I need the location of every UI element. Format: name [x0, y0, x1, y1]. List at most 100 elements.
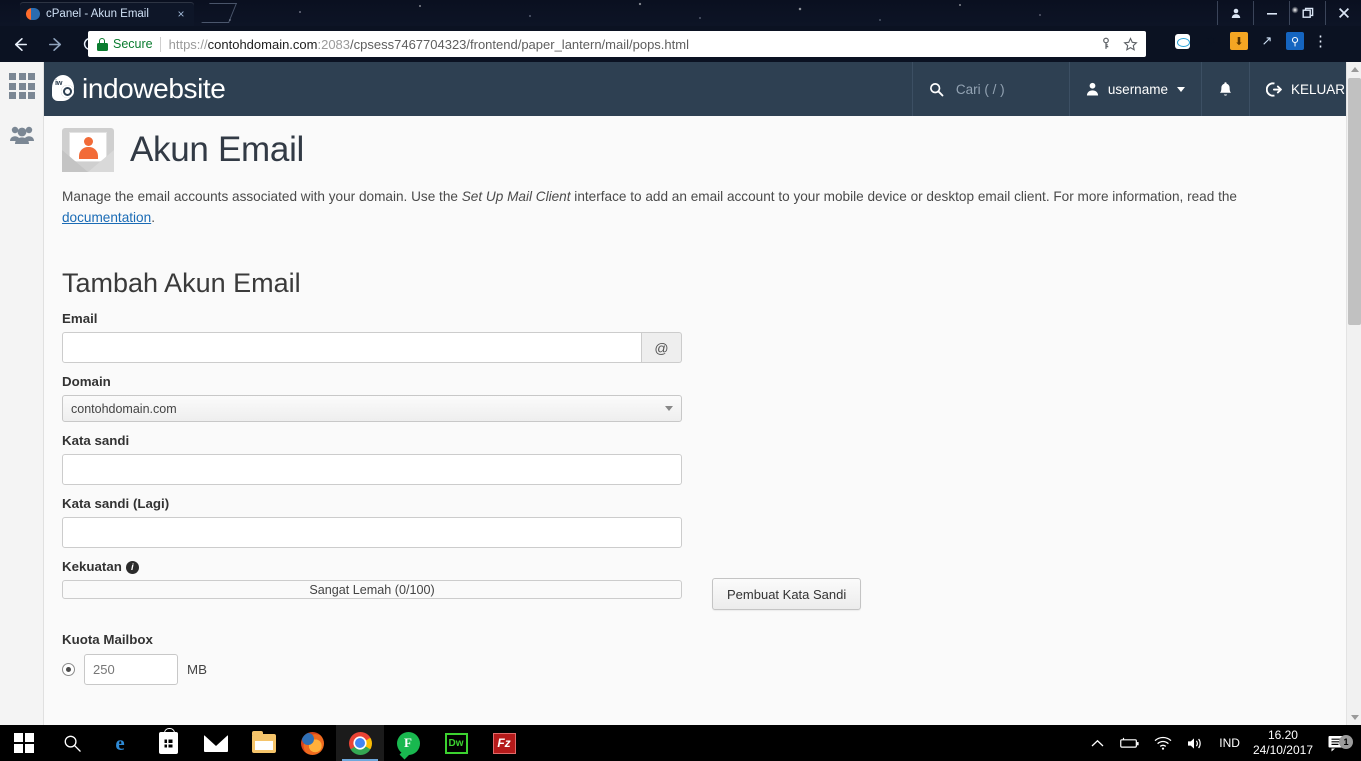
notifications-button[interactable] — [1200, 62, 1249, 116]
address-bar[interactable]: Secure https://contohdomain.com:2083/cps… — [88, 31, 1146, 57]
oval-extension-icon[interactable] — [1172, 31, 1192, 51]
dreamweaver-icon[interactable]: Dw — [432, 725, 480, 761]
page-scrollbar[interactable] — [1346, 62, 1361, 725]
bell-icon — [1219, 81, 1231, 96]
at-sign-addon[interactable]: @ — [642, 332, 682, 364]
wifi-icon[interactable] — [1147, 725, 1179, 761]
username-label: username — [1107, 81, 1168, 97]
domain-label: Domain — [62, 374, 111, 390]
browser-tab[interactable]: cPanel - Akun Email × — [20, 2, 194, 26]
brand-mark-text: iw — [55, 78, 63, 87]
strength-label: Kekuatan i — [62, 559, 1328, 575]
clock-date: 24/10/2017 — [1252, 743, 1313, 757]
email-account-envelope-icon — [62, 128, 114, 172]
system-tray: IND 16.20 24/10/2017 1 — [1084, 725, 1361, 761]
quota-input[interactable] — [84, 654, 178, 686]
page-viewport: iw indowebsite Cari ( / ) username KELUA… — [0, 62, 1361, 725]
new-tab-button[interactable] — [200, 3, 238, 23]
password-input[interactable] — [62, 454, 682, 486]
screen: cPanel - Akun Email × Secure https://con… — [0, 0, 1361, 761]
logout-button[interactable]: KELUAR — [1248, 62, 1361, 116]
scroll-down-arrow[interactable] — [1347, 710, 1361, 725]
user-icon — [1086, 82, 1098, 96]
search-taskbar-icon[interactable] — [48, 725, 96, 761]
documentation-link[interactable]: documentation — [62, 210, 151, 225]
bookmark-star-icon[interactable] — [1123, 36, 1138, 52]
section-title: Tambah Akun Email — [62, 268, 301, 299]
logout-label: KELUAR — [1290, 81, 1345, 97]
omnibox-divider — [159, 36, 161, 52]
store-icon[interactable] — [144, 725, 192, 761]
start-button[interactable] — [0, 725, 48, 761]
edge-icon[interactable]: e — [96, 725, 144, 761]
brand-name: indowebsite — [82, 73, 226, 104]
image-extension-icon[interactable]: ↗ — [1257, 31, 1277, 51]
clock[interactable]: 16.20 24/10/2017 — [1247, 728, 1323, 758]
brand-logo[interactable]: iw indowebsite — [44, 73, 226, 105]
user-menu[interactable]: username — [1068, 62, 1201, 116]
extension-icons: ✶ ⬇ ↗ ⚲ ⋮ — [1172, 31, 1328, 51]
clock-time: 16.20 — [1267, 728, 1298, 742]
email-input[interactable] — [62, 332, 642, 364]
profile-icon[interactable] — [1217, 1, 1253, 25]
minimize-icon[interactable] — [1253, 1, 1289, 25]
search-box[interactable]: Cari ( / ) — [911, 62, 1069, 116]
cpanel-header-actions: Cari ( / ) username KELUAR — [911, 62, 1361, 116]
search-icon — [929, 82, 944, 96]
action-center-icon[interactable]: 1 — [1323, 734, 1357, 752]
battery-icon[interactable] — [1111, 725, 1147, 761]
restore-icon[interactable] — [1289, 1, 1325, 25]
back-arrow-icon[interactable] — [5, 29, 35, 59]
quota-label: Kuota Mailbox — [62, 632, 153, 648]
filezilla-icon[interactable]: Fz — [480, 725, 528, 761]
firefox-icon[interactable] — [288, 725, 336, 761]
forward-arrow-icon[interactable] — [40, 29, 70, 59]
close-icon[interactable] — [1325, 1, 1361, 25]
email-field-group: Email @ — [62, 311, 1328, 364]
apps-grid-icon[interactable] — [0, 62, 44, 110]
page-content: Akun Email Manage the email accounts ass… — [44, 116, 1346, 725]
page-title: Akun Email — [130, 130, 305, 169]
tab-close-icon[interactable]: × — [174, 7, 188, 21]
cpanel-favicon — [26, 7, 40, 21]
language-indicator[interactable]: IND — [1212, 725, 1247, 761]
scroll-up-arrow[interactable] — [1347, 62, 1361, 77]
star-sparkle-icon[interactable]: ✶ — [1201, 31, 1221, 51]
chrome-icon[interactable] — [336, 725, 384, 761]
window-controls — [1217, 0, 1361, 26]
chevron-down-icon — [1176, 86, 1185, 92]
info-icon[interactable]: i — [125, 561, 139, 575]
scrollbar-thumb[interactable] — [1348, 78, 1361, 325]
strength-field-group: Kekuatan i Sangat Lemah (0/100) Pembuat K… — [62, 559, 1328, 611]
password-again-input[interactable] — [62, 517, 682, 549]
search-placeholder: Cari ( / ) — [955, 81, 1005, 97]
users-group-icon[interactable] — [0, 110, 44, 158]
search-extension-icon[interactable]: ⚲ — [1286, 32, 1304, 50]
email-label: Email — [62, 311, 98, 327]
password-again-field-group: Kata sandi (Lagi) — [62, 496, 1328, 549]
page-header: Akun Email — [62, 128, 1328, 172]
browser-toolbar: Secure https://contohdomain.com:2083/cps… — [0, 26, 1361, 62]
domain-select[interactable]: contohdomain.com — [62, 395, 682, 423]
cpanel-header: iw indowebsite Cari ( / ) username KELUA… — [44, 62, 1361, 116]
windows-taskbar: e F Dw Fz IND 16.20 24/10/2017 1 — [0, 725, 1361, 761]
chrome-menu-icon[interactable]: ⋮ — [1313, 34, 1328, 49]
mail-icon[interactable] — [192, 725, 240, 761]
logout-icon — [1265, 81, 1282, 97]
tab-strip: cPanel - Akun Email × — [0, 0, 1361, 26]
download-extension-icon[interactable]: ⬇ — [1230, 32, 1248, 50]
password-strength-bar: Sangat Lemah (0/100) — [62, 580, 682, 600]
show-hidden-icons-chevron[interactable] — [1084, 725, 1111, 761]
password-generator-button[interactable]: Pembuat Kata Sandi — [712, 578, 862, 611]
quota-radio[interactable] — [62, 663, 75, 677]
volume-icon[interactable] — [1179, 725, 1212, 761]
password-field-group: Kata sandi — [62, 433, 1328, 486]
indowebsite-pin-icon: iw — [46, 74, 80, 104]
chrome-browser-window: cPanel - Akun Email × Secure https://con… — [0, 0, 1361, 725]
domain-field-group: Domain contohdomain.com — [62, 374, 1328, 423]
lock-icon — [97, 37, 108, 51]
save-password-key-icon[interactable] — [1099, 37, 1113, 51]
url-text: https://contohdomain.com:2083/cpsess7467… — [168, 36, 689, 52]
green-app-icon[interactable]: F — [384, 725, 432, 761]
file-explorer-icon[interactable] — [240, 725, 288, 761]
